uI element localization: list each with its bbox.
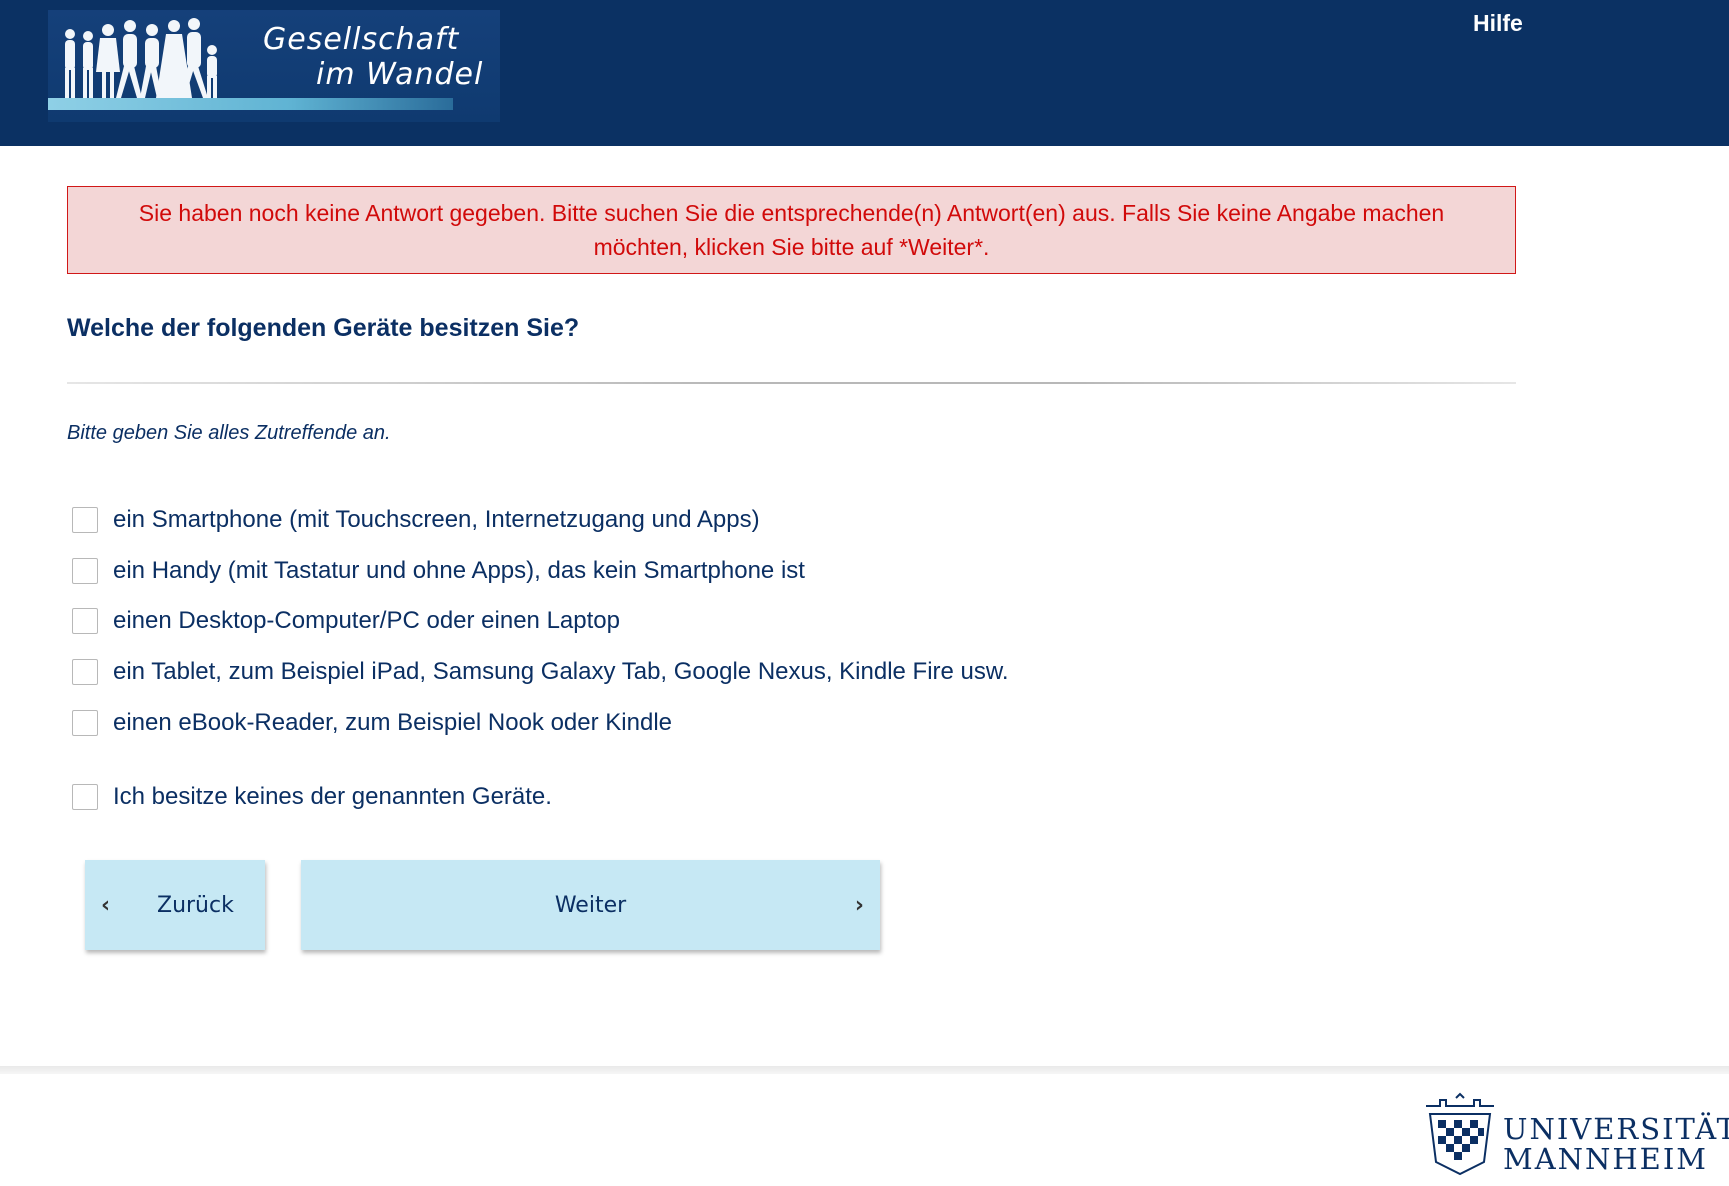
checkbox[interactable] <box>72 558 98 584</box>
question-instruction: Bitte geben Sie alles Zutreffende an. <box>67 422 391 444</box>
university-name-line2: MANNHEIM <box>1503 1142 1708 1176</box>
back-button[interactable]: ‹ Zurück <box>85 860 265 950</box>
university-crest-icon <box>1426 1092 1494 1176</box>
checkbox[interactable] <box>72 784 98 810</box>
option-smartphone[interactable]: ein Smartphone (mit Touchscreen, Interne… <box>72 506 760 534</box>
gesellschaft-im-wandel-logo: Gesellschaft im Wandel <box>48 10 500 122</box>
footer-divider <box>0 1066 1729 1074</box>
option-label: ein Handy (mit Tastatur und ohne Apps), … <box>113 557 805 584</box>
option-none[interactable]: Ich besitze keines der genannten Geräte. <box>72 783 552 811</box>
option-label: ein Smartphone (mit Touchscreen, Interne… <box>113 506 760 533</box>
validation-error-message: Sie haben noch keine Antwort gegeben. Bi… <box>138 200 1445 260</box>
checkbox[interactable] <box>72 507 98 533</box>
back-button-label: Zurück <box>157 892 234 918</box>
option-label: einen Desktop-Computer/PC oder einen Lap… <box>113 607 620 634</box>
page-header: Gesellschaft im Wandel Hilfe <box>0 0 1729 146</box>
validation-error-box: Sie haben noch keine Antwort gegeben. Bi… <box>67 186 1516 274</box>
checkbox[interactable] <box>72 710 98 736</box>
option-desktop-laptop[interactable]: einen Desktop-Computer/PC oder einen Lap… <box>72 607 620 635</box>
checkbox[interactable] <box>72 608 98 634</box>
option-tablet[interactable]: ein Tablet, zum Beispiel iPad, Samsung G… <box>72 658 1009 686</box>
option-handy[interactable]: ein Handy (mit Tastatur und ohne Apps), … <box>72 557 805 585</box>
option-label: Ich besitze keines der genannten Geräte. <box>113 783 552 810</box>
option-label: ein Tablet, zum Beispiel iPad, Samsung G… <box>113 658 1009 685</box>
next-button[interactable]: Weiter › <box>301 860 880 950</box>
checkbox[interactable] <box>72 659 98 685</box>
university-name-line1: UNIVERSITÄT <box>1503 1112 1729 1146</box>
next-button-label: Weiter <box>554 892 627 918</box>
question-divider <box>67 382 1516 384</box>
help-link[interactable]: Hilfe <box>1473 10 1523 37</box>
option-label: einen eBook-Reader, zum Beispiel Nook od… <box>113 709 672 736</box>
question-title: Welche der folgenden Geräte besitzen Sie… <box>67 314 580 342</box>
logo-title-line2: im Wandel <box>316 57 484 92</box>
chevron-left-icon: ‹ <box>101 892 111 918</box>
logo-title-line1: Gesellschaft <box>263 22 460 57</box>
option-ebook-reader[interactable]: einen eBook-Reader, zum Beispiel Nook od… <box>72 709 672 737</box>
chevron-right-icon: › <box>854 892 864 918</box>
